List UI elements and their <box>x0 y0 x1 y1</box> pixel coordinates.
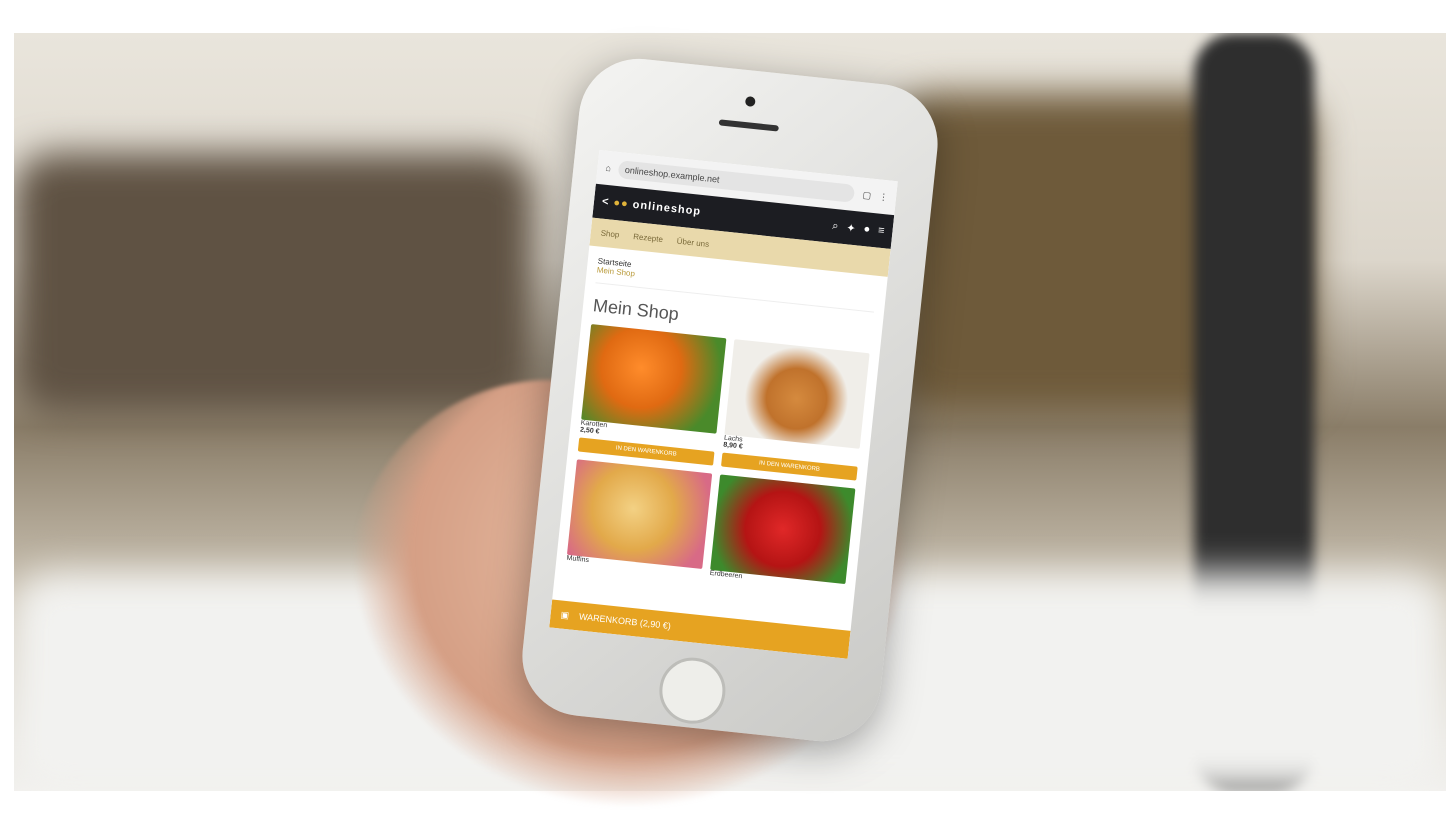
back-icon[interactable]: < <box>601 196 610 209</box>
content: Startseite Mein Shop Mein Shop Karotten … <box>555 245 888 602</box>
camera-icon <box>744 95 756 107</box>
home-icon[interactable]: ⌂ <box>605 163 611 174</box>
product-image-salmon[interactable] <box>724 339 870 449</box>
blurred-shelf <box>14 153 534 413</box>
phone-body: ⌂ onlineshop.example.net ▢ ⋮ < ●● online… <box>516 52 944 748</box>
hamburger-icon[interactable]: ≡ <box>877 224 886 238</box>
product-grid: Karotten 2,50 € IN DEN WARENKORB Lachs 8… <box>566 324 870 591</box>
nav-item-recipes[interactable]: Rezepte <box>633 232 664 244</box>
product-card[interactable]: Karotten 2,50 € IN DEN WARENKORB <box>577 324 727 466</box>
speaker <box>718 119 779 132</box>
phone: ⌂ onlineshop.example.net ▢ ⋮ < ●● online… <box>516 52 960 760</box>
tabs-icon[interactable]: ▢ <box>862 189 872 201</box>
menu-icon[interactable]: ⋮ <box>879 191 889 203</box>
settings-icon[interactable]: ✦ <box>846 221 857 235</box>
cart-label[interactable]: WARENKORB (2,90 €) <box>579 611 672 631</box>
product-image-strawberries[interactable] <box>710 474 856 585</box>
home-button[interactable] <box>656 654 729 727</box>
phone-screen: ⌂ onlineshop.example.net ▢ ⋮ < ●● online… <box>549 149 898 659</box>
product-image-muffins[interactable] <box>566 459 713 570</box>
product-card[interactable]: Lachs 8,90 € IN DEN WARENKORB <box>721 339 870 481</box>
brand[interactable]: < ●● onlineshop <box>601 196 701 218</box>
search-icon[interactable]: ⌕ <box>832 219 839 233</box>
account-icon[interactable]: ● <box>863 223 871 237</box>
cart-icon[interactable]: ▣ <box>560 609 570 621</box>
product-card[interactable]: Muffins <box>566 459 713 576</box>
brand-dots: ●● <box>612 196 630 211</box>
cart-bar[interactable]: ▣ WARENKORB (2,90 €) <box>549 599 851 659</box>
brand-name: onlineshop <box>632 198 702 218</box>
product-image-carrots[interactable] <box>581 324 727 434</box>
product-card[interactable]: Erdbeeren <box>709 474 856 591</box>
nav-item-about[interactable]: Über uns <box>676 236 709 248</box>
nav-item-shop[interactable]: Shop <box>600 228 620 239</box>
